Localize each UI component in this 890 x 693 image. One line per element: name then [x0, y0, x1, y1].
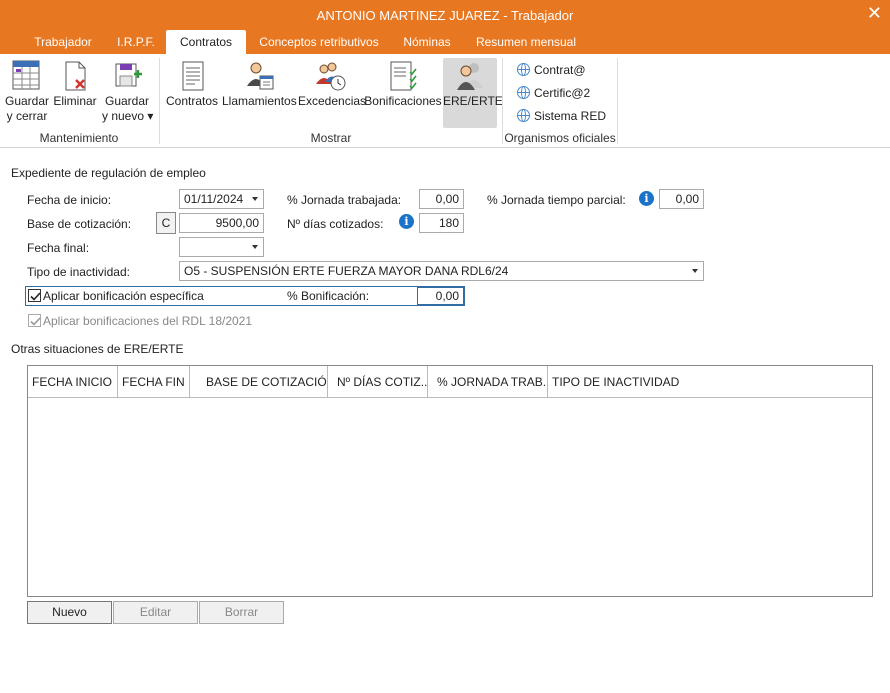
column-header-jornada-trabajada[interactable]: % JORNADA TRAB...: [428, 366, 548, 398]
jornada-parcial-label: % Jornada tiempo parcial:: [487, 193, 626, 207]
save-new-icon: [110, 58, 144, 94]
contratos-button[interactable]: Contratos: [164, 58, 220, 109]
group-label-mostrar: Mostrar: [310, 131, 352, 145]
fecha-final-picker[interactable]: [179, 237, 264, 257]
globe-icon: [517, 86, 530, 99]
people-grey-icon: [453, 58, 487, 94]
delete-document-icon: [58, 58, 92, 94]
certifica-link[interactable]: Certific@2: [517, 83, 590, 103]
checkmark-icon: [30, 292, 41, 301]
save-grid-icon: [10, 58, 44, 94]
column-header-base-cotizacion[interactable]: BASE DE COTIZACIÓN: [190, 366, 328, 398]
chevron-down-icon: [692, 269, 698, 273]
globe-icon: [517, 109, 530, 122]
tab-contratos[interactable]: Contratos: [166, 30, 246, 54]
info-icon[interactable]: i: [639, 191, 654, 206]
tab-irpf[interactable]: I.R.P.F.: [108, 30, 164, 54]
chevron-down-icon: [252, 245, 258, 249]
jornada-trabajada-label: % Jornada trabajada:: [287, 193, 402, 207]
info-icon[interactable]: i: [399, 214, 414, 229]
people-calendar-icon: [242, 58, 276, 94]
ere-erte-button[interactable]: ERE/ERTE: [443, 58, 503, 128]
tipo-inactividad-label: Tipo de inactividad:: [27, 265, 130, 279]
table-header: FECHA INICIO FECHA FIN BASE DE COTIZACIÓ…: [28, 366, 872, 398]
column-header-fecha-inicio[interactable]: FECHA INICIO: [28, 366, 118, 398]
checkmark-icon: [30, 317, 41, 326]
ribbon-separator: [159, 58, 160, 144]
window-title: ANTONIO MARTINEZ JUAREZ - Trabajador: [316, 8, 574, 23]
tab-nominas[interactable]: Nóminas: [392, 30, 462, 54]
close-icon[interactable]: ✕: [867, 3, 882, 24]
aplicar-bonificacion-checkbox[interactable]: [28, 289, 41, 302]
globe-icon: [517, 63, 530, 76]
tab-resumen-mensual[interactable]: Resumen mensual: [466, 30, 586, 54]
tab-trabajador[interactable]: Trabajador: [22, 30, 104, 54]
checklist-document-icon: [386, 58, 420, 94]
section-title-otras: Otras situaciones de ERE/ERTE: [11, 342, 184, 356]
dias-cotizados-input[interactable]: [419, 213, 464, 233]
bonificaciones-button[interactable]: Bonificaciones: [364, 58, 442, 109]
dias-cotizados-label: Nº días cotizados:: [287, 217, 384, 231]
fecha-inicio-label: Fecha de inicio:: [27, 193, 112, 207]
excedencias-button[interactable]: Excedencias: [298, 58, 366, 109]
tipo-inactividad-select[interactable]: O5 - SUSPENSIÓN ERTE FUERZA MAYOR DANA R…: [179, 261, 704, 281]
eliminar-button[interactable]: Eliminar: [52, 58, 98, 109]
nuevo-button[interactable]: Nuevo: [27, 601, 112, 624]
fecha-final-label: Fecha final:: [27, 241, 90, 255]
borrar-button[interactable]: Borrar: [199, 601, 284, 624]
guardar-cerrar-button[interactable]: Guardar y cerrar: [4, 58, 50, 124]
aplicar-bonificacion-label: Aplicar bonificación específica: [43, 289, 204, 303]
people-clock-icon: [313, 58, 347, 94]
fecha-inicio-picker[interactable]: 01/11/2024: [179, 189, 264, 209]
base-cotizacion-calc-button[interactable]: C: [156, 212, 176, 234]
group-label-organismos: Organismos oficiales: [504, 131, 616, 145]
aplicar-rdl-label: Aplicar bonificaciones del RDL 18/2021: [43, 314, 253, 328]
jornada-parcial-input[interactable]: [659, 189, 704, 209]
contract-document-icon: [175, 58, 209, 94]
porc-bonificacion-label: % Bonificación:: [287, 289, 370, 303]
base-cotizacion-input[interactable]: [179, 213, 264, 233]
column-header-fecha-fin[interactable]: FECHA FIN: [118, 366, 190, 398]
contrata-link[interactable]: Contrat@: [517, 60, 586, 80]
ribbon-separator: [617, 58, 618, 144]
base-cotizacion-label: Base de cotización:: [27, 217, 132, 231]
guardar-nuevo-button[interactable]: Guardar y nuevo ▾: [102, 58, 153, 124]
llamamientos-button[interactable]: Llamamientos: [222, 58, 297, 109]
ribbon: Guardar y cerrar Eliminar Guardar y nuev…: [0, 54, 890, 148]
jornada-trabajada-input[interactable]: [419, 189, 464, 209]
tab-conceptos-retributivos[interactable]: Conceptos retributivos: [250, 30, 388, 54]
group-label-mantenimiento: Mantenimiento: [39, 131, 119, 145]
aplicar-rdl-checkbox[interactable]: [28, 314, 41, 327]
sistema-red-link[interactable]: Sistema RED: [517, 106, 606, 126]
section-title-expediente: Expediente de regulación de empleo: [11, 166, 206, 180]
editar-button[interactable]: Editar: [113, 601, 198, 624]
porc-bonificacion-input[interactable]: [417, 287, 464, 305]
chevron-down-icon: [252, 197, 258, 201]
column-header-dias-cotizados[interactable]: Nº DÍAS COTIZ...: [328, 366, 428, 398]
ere-erte-table[interactable]: FECHA INICIO FECHA FIN BASE DE COTIZACIÓ…: [27, 365, 873, 597]
column-header-tipo-inactividad[interactable]: TIPO DE INACTIVIDAD: [548, 366, 872, 398]
title-bar: ANTONIO MARTINEZ JUAREZ - Trabajador ✕ T…: [0, 0, 890, 54]
